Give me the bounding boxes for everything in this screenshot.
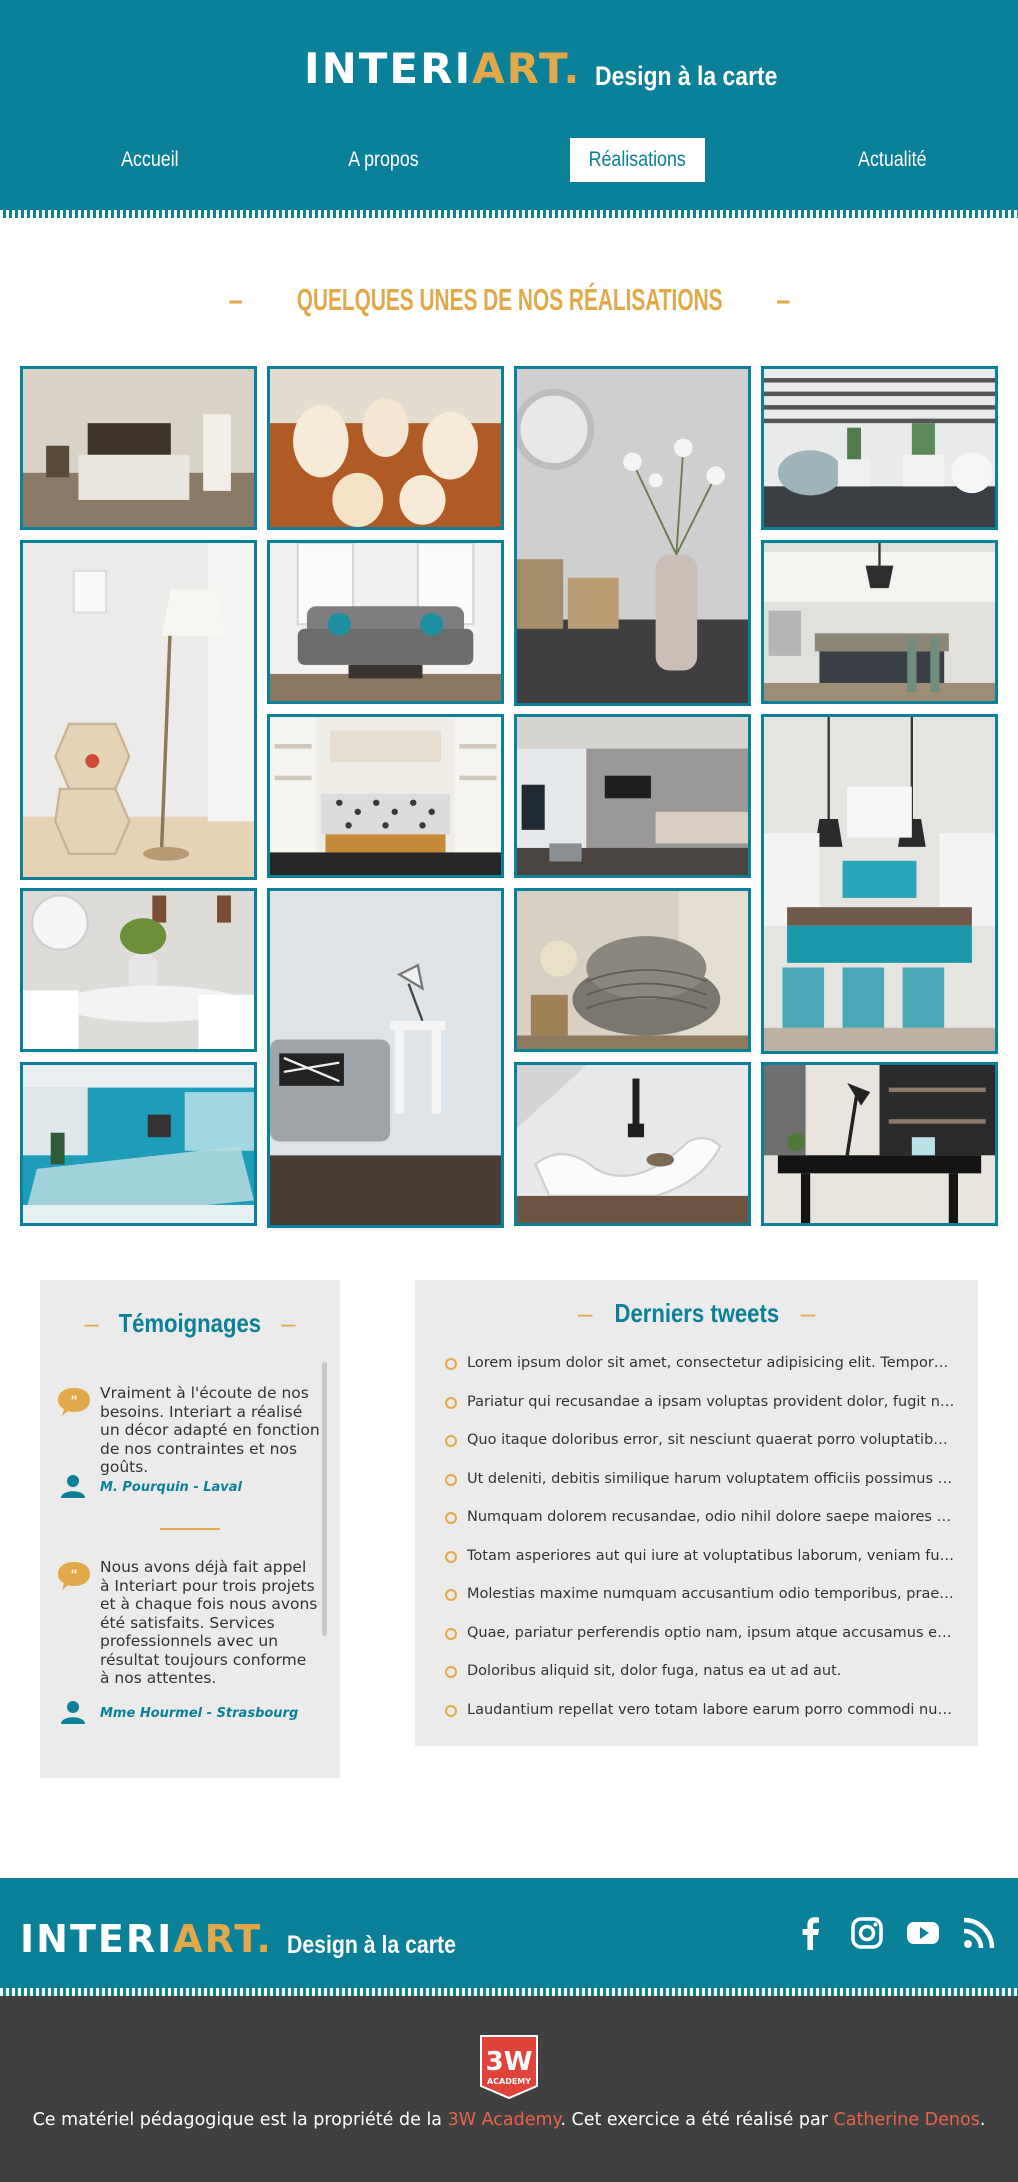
testimonial-text: Vraiment à l'écoute de nos besoins. Inte… — [100, 1384, 320, 1476]
tweets-list: Lorem ipsum dolor sit amet, consectetur … — [445, 1354, 955, 1739]
footer-brand[interactable]: INTERIART. Design à la carte — [20, 1920, 486, 1958]
logo[interactable]: INTERIART. — [304, 48, 581, 90]
photo-sofa-lamp[interactable] — [267, 888, 504, 1228]
svg-text:": " — [70, 1568, 77, 1584]
site-header: INTERIART. Design à la carte Accueil A p… — [0, 0, 1018, 218]
nav-item-actualite[interactable]: Actualité — [832, 138, 952, 182]
testimonial-author: M. Pourquin - Laval — [100, 1480, 243, 1495]
testimonial-separator — [160, 1528, 220, 1530]
photo-chaise-longue[interactable] — [514, 1062, 751, 1226]
instagram-icon[interactable] — [850, 1916, 884, 1950]
link-catherine-denos[interactable]: Catherine Denos — [834, 2110, 980, 2130]
quote-icon: " — [58, 1388, 90, 1416]
footer-credit: Ce matériel pédagogique est la propriété… — [32, 2110, 986, 2130]
nav-item-realisations[interactable]: Réalisations — [570, 138, 705, 182]
user-icon — [61, 1475, 85, 1498]
link-3w-academy[interactable]: 3W Academy — [448, 2110, 561, 2130]
tweet-item[interactable]: Ut deleniti, debitis similique harum vol… — [445, 1470, 955, 1509]
photo-cactus-pots[interactable] — [761, 366, 998, 530]
tweet-item[interactable]: Numquam dolorem recusandae, odio nihil d… — [445, 1508, 955, 1547]
footer-logo[interactable]: INTERIART. — [20, 1920, 273, 1958]
tweet-item[interactable]: Lorem ipsum dolor sit amet, consectetur … — [445, 1354, 955, 1393]
photo-sofa-living[interactable] — [267, 540, 504, 704]
testimonial-item: " Vraiment à l'écoute de nos besoins. In… — [58, 1384, 320, 1504]
tweet-item[interactable]: Pariatur qui recusandae a ipsam voluptas… — [445, 1393, 955, 1432]
3w-academy-logo[interactable]: 3W ACADEMY — [477, 2032, 541, 2102]
social-links — [794, 1916, 996, 1950]
youtube-icon[interactable] — [906, 1916, 940, 1950]
photo-desk[interactable] — [761, 1062, 998, 1226]
svg-text:": " — [70, 1394, 77, 1410]
facebook-icon[interactable] — [794, 1916, 828, 1950]
footer-fringe — [0, 1988, 1018, 1996]
quote-icon: " — [58, 1562, 90, 1590]
tweets-title: – Derniers tweets – — [577, 1298, 816, 1328]
tweets-panel: – Derniers tweets – Lorem ipsum dolor si… — [415, 1280, 978, 1746]
header-brand[interactable]: INTERIART. Design à la carte — [304, 48, 810, 90]
photo-floor-lamp[interactable] — [20, 540, 257, 880]
gallery-grid — [20, 366, 998, 1230]
photo-armchair[interactable] — [514, 888, 751, 1052]
testimonial-text: Nous avons déjà fait appel à Interiart p… — [100, 1558, 318, 1687]
tagline: Design à la carte — [595, 61, 778, 91]
photo-vase-flowers[interactable] — [514, 366, 751, 706]
footer-top: INTERIART. Design à la carte — [0, 1878, 1018, 1996]
photo-kitchen-shelves[interactable] — [267, 714, 504, 878]
testimonial-item: " Nous avons déjà fait appel à Interiart… — [58, 1558, 317, 1738]
testimonials-scrollbar[interactable] — [322, 1362, 327, 1636]
gallery-title: – QUELQUES UNES DE NOS RÉALISATIONS – — [228, 282, 790, 317]
footer-bottom: 3W ACADEMY Ce matériel pédagogique est l… — [0, 1996, 1018, 2182]
nav-item-accueil[interactable]: Accueil — [90, 138, 210, 182]
tweet-item[interactable]: Molestias maxime numquam accusantium odi… — [445, 1585, 955, 1624]
tweet-item[interactable]: Quo itaque doloribus error, sit nesciunt… — [445, 1431, 955, 1470]
footer-tagline: Design à la carte — [286, 1931, 456, 1959]
photo-bedroom-tv[interactable] — [514, 714, 751, 878]
svg-text:ACADEMY: ACADEMY — [487, 2077, 531, 2086]
svg-text:3W: 3W — [486, 2047, 533, 2077]
tweet-item[interactable]: Laudantium repellat vero totam labore ea… — [445, 1701, 955, 1740]
tweet-item[interactable]: Doloribus aliquid sit, dolor fuga, natus… — [445, 1662, 955, 1701]
testimonials-panel: – Témoignages – " Vraiment à l'écoute de… — [40, 1280, 340, 1778]
testimonials-title: – Témoignages – — [84, 1308, 296, 1338]
tweet-item[interactable]: Quae, pariatur perferendis optio nam, ip… — [445, 1624, 955, 1663]
photo-pendant-lamps[interactable] — [267, 366, 504, 530]
header-fringe — [0, 210, 1018, 218]
photo-kitchen-blue[interactable] — [761, 714, 998, 1054]
rss-icon[interactable] — [962, 1916, 996, 1950]
photo-office-blue[interactable] — [20, 1062, 257, 1226]
main-nav: Accueil A propos Réalisations Actualité — [0, 138, 1018, 182]
nav-item-a-propos[interactable]: A propos — [318, 138, 448, 182]
photo-kitchen-island[interactable] — [761, 540, 998, 704]
photo-white-tulips[interactable] — [20, 888, 257, 1052]
tweet-item[interactable]: Totam asperiores aut qui iure at volupta… — [445, 1547, 955, 1586]
user-icon — [61, 1701, 85, 1724]
testimonial-author: Mme Hourmel - Strasbourg — [100, 1706, 299, 1721]
photo-bedroom[interactable] — [20, 366, 257, 530]
